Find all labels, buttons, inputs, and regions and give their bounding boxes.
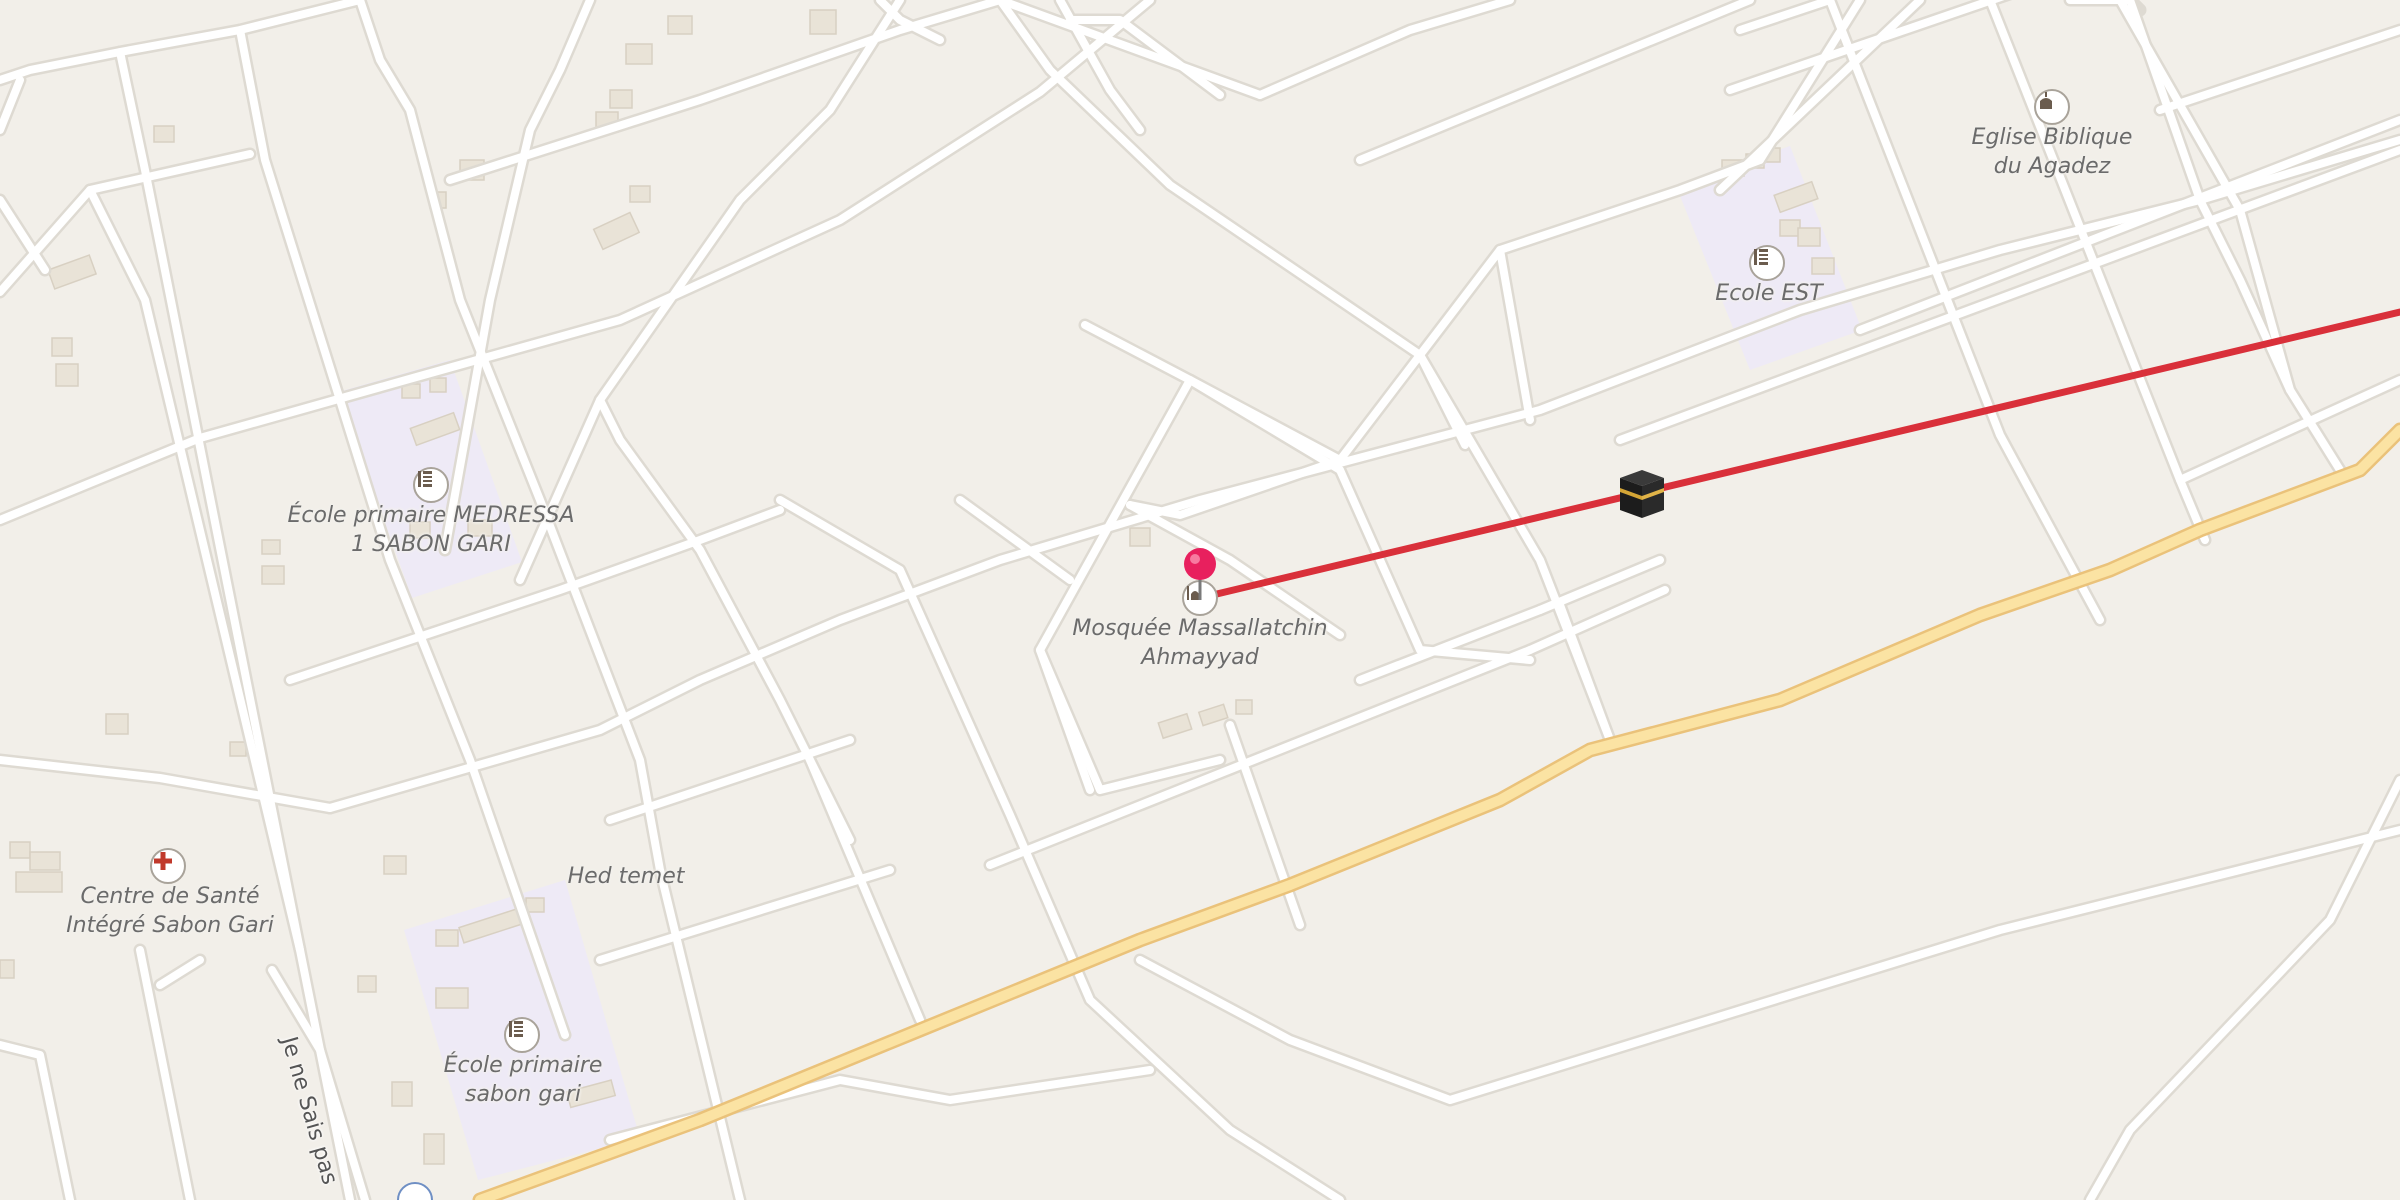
poi-label-ecole-medressa[interactable]: École primaire MEDRESSA 1 SABON GARI xyxy=(287,501,574,559)
label-line: sabon gari xyxy=(465,1082,581,1107)
label-line: du Agadez xyxy=(1993,154,2111,179)
label-line: Ecole EST xyxy=(1715,281,1823,306)
label-line: École primaire xyxy=(443,1053,603,1078)
label-line: Eglise Biblique xyxy=(1971,125,2133,150)
school-icon[interactable] xyxy=(413,467,449,503)
health-cross-icon[interactable] xyxy=(150,848,186,884)
label-line: Centre de Santé xyxy=(80,884,260,909)
map-canvas[interactable]: École primaire MEDRESSA 1 SABON GARI Mos… xyxy=(0,0,2400,1200)
poi-label-eglise[interactable]: Eglise Biblique du Agadez xyxy=(1972,123,2133,181)
poi-label-hed-temet[interactable]: Hed temet xyxy=(568,862,685,891)
label-line: École primaire MEDRESSA xyxy=(287,503,575,528)
label-line: Intégré Sabon Gari xyxy=(66,913,274,938)
kaaba-icon[interactable] xyxy=(1616,466,1668,520)
church-icon[interactable] xyxy=(2034,89,2070,125)
poi-label-ecole-est[interactable]: Ecole EST xyxy=(1715,279,1822,308)
main-road xyxy=(472,422,2400,1200)
label-line: Hed temet xyxy=(567,864,685,889)
location-pin-icon[interactable] xyxy=(1182,546,1218,602)
label-line: Ahmayyad xyxy=(1141,645,1259,670)
label-line: 1 SABON GARI xyxy=(351,532,511,557)
school-icon[interactable] xyxy=(1749,245,1785,281)
poi-label-ecole-sabon-gari[interactable]: École primaire sabon gari xyxy=(444,1051,603,1109)
label-line: Mosquée Massallatchin xyxy=(1072,616,1328,641)
poi-label-centre-sante[interactable]: Centre de Santé Intégré Sabon Gari xyxy=(66,882,274,940)
school-icon[interactable] xyxy=(504,1017,540,1053)
poi-label-mosquee[interactable]: Mosquée Massallatchin Ahmayyad xyxy=(1072,614,1327,672)
